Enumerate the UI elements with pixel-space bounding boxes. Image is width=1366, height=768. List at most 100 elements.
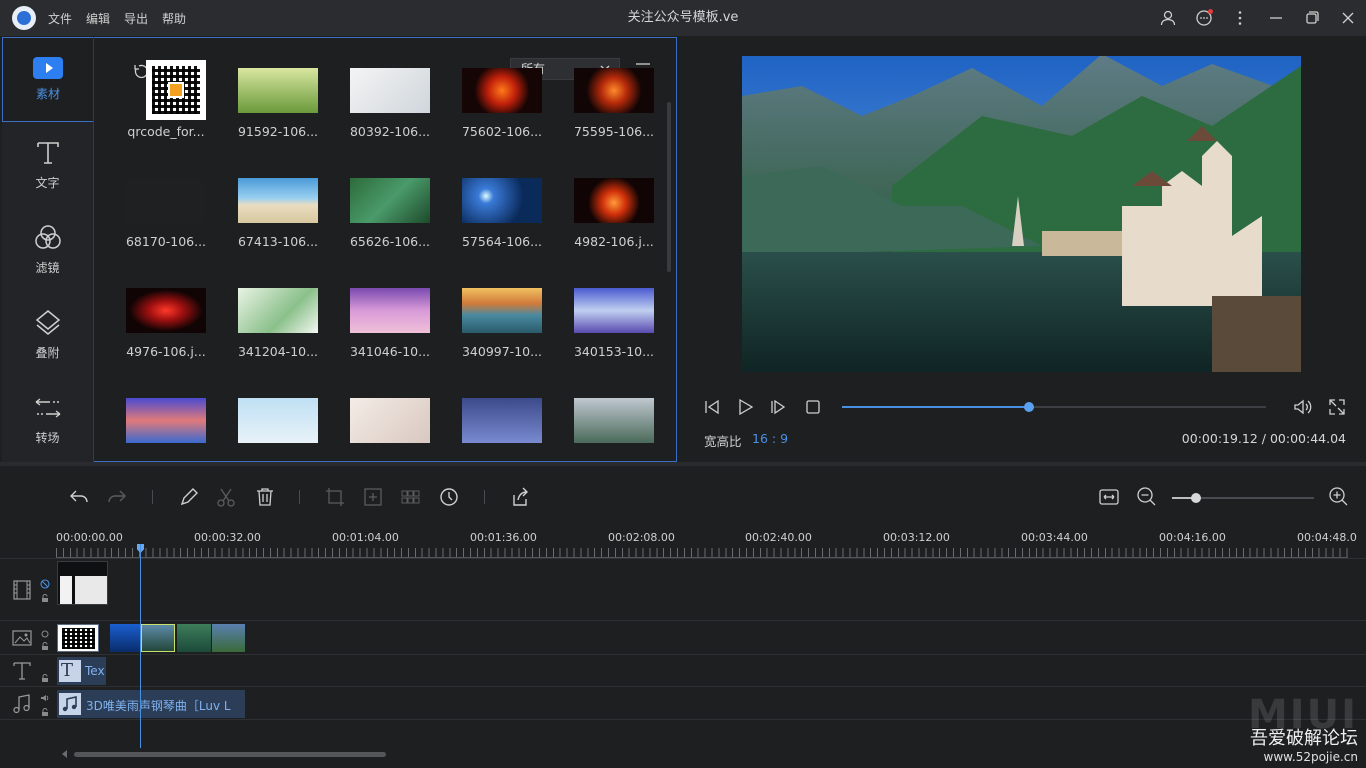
media-item-label: 91592-106... — [237, 124, 319, 139]
media-item[interactable]: 341204-10... — [228, 288, 328, 388]
media-scrollbar[interactable] — [667, 94, 671, 454]
zoom-clip-icon[interactable] — [362, 486, 384, 508]
step-forward-icon[interactable] — [768, 397, 788, 417]
media-item-label: 68170-106... — [125, 234, 207, 249]
minimize-button[interactable] — [1258, 0, 1294, 36]
media-thumbnail — [574, 178, 654, 223]
media-item[interactable]: 65626-106... — [340, 178, 440, 278]
lock-icon[interactable] — [40, 673, 50, 683]
zoom-out-icon[interactable] — [1136, 486, 1158, 508]
menu-export[interactable]: 导出 — [124, 10, 148, 27]
media-item[interactable] — [452, 398, 552, 461]
media-item[interactable]: 75602-106... — [452, 68, 552, 168]
media-scrollbar-thumb[interactable] — [667, 102, 671, 272]
playback-controls — [680, 395, 1366, 419]
media-item[interactable]: 340997-10... — [452, 288, 552, 388]
text-clip-glyph: T — [61, 660, 74, 681]
volume-icon[interactable] — [1292, 397, 1312, 417]
image-clip-selected[interactable] — [141, 624, 175, 652]
aspect-ratio-label: 宽高比 — [704, 434, 742, 449]
more-menu-button[interactable] — [1222, 0, 1258, 36]
undo-icon[interactable] — [68, 486, 90, 508]
image-clip-qrcode[interactable] — [57, 624, 99, 652]
scroll-left-arrow-icon[interactable] — [62, 750, 67, 758]
timeline-ruler[interactable]: 00:00:00.00 00:00:32.00 00:01:04.00 00:0… — [0, 526, 1366, 558]
fit-timeline-icon[interactable] — [1098, 486, 1120, 508]
feedback-button[interactable] — [1186, 0, 1222, 36]
media-item-label: 75595-106... — [573, 124, 655, 139]
hide-track-icon[interactable] — [40, 579, 50, 589]
media-item[interactable]: 4976-106.j... — [116, 288, 216, 388]
site-watermark: 吾爱破解论坛 www.52pojie.cn — [1250, 724, 1358, 764]
playback-progress-bar[interactable] — [842, 402, 1266, 412]
menu-edit[interactable]: 编辑 — [86, 10, 110, 27]
menu-file[interactable]: 文件 — [48, 10, 72, 27]
timeline-scroll-thumb[interactable] — [74, 752, 386, 757]
media-item[interactable] — [340, 398, 440, 461]
progress-handle[interactable] — [1023, 402, 1034, 412]
nav-item-media[interactable]: 素材 — [2, 37, 93, 122]
maximize-button[interactable] — [1294, 0, 1330, 36]
crop-icon[interactable] — [324, 486, 346, 508]
media-item[interactable] — [116, 398, 216, 461]
image-clip[interactable] — [212, 624, 245, 652]
lock-icon[interactable] — [40, 707, 50, 717]
close-button[interactable] — [1330, 0, 1366, 36]
media-item[interactable] — [564, 398, 664, 461]
cut-icon[interactable] — [215, 486, 237, 508]
menu-help[interactable]: 帮助 — [162, 10, 186, 27]
media-item[interactable]: 4982-106.j... — [564, 178, 664, 278]
aspect-ratio-value[interactable]: 16 : 9 — [752, 431, 788, 446]
video-clip[interactable] — [57, 561, 108, 605]
media-item[interactable]: 57564-106... — [452, 178, 552, 278]
app-logo-icon — [12, 6, 36, 30]
playhead-line[interactable] — [140, 544, 141, 748]
edit-icon[interactable] — [178, 486, 200, 508]
mosaic-icon[interactable] — [399, 486, 421, 508]
media-thumbnail — [238, 398, 318, 443]
export-share-icon[interactable] — [509, 486, 531, 508]
media-item[interactable]: 67413-106... — [228, 178, 328, 278]
fullscreen-icon[interactable] — [1327, 397, 1347, 417]
mute-track-icon[interactable] — [40, 693, 50, 703]
user-icon — [1160, 10, 1176, 26]
redo-icon[interactable] — [106, 486, 128, 508]
text-clip[interactable]: T Tex — [57, 657, 106, 685]
zoom-in-icon[interactable] — [1328, 486, 1350, 508]
nav-item-transition[interactable]: 转场 — [2, 377, 93, 462]
media-item-label: 340153-10... — [573, 344, 655, 359]
image-clip[interactable] — [177, 624, 211, 652]
step-back-icon[interactable] — [702, 397, 722, 417]
media-item[interactable]: 68170-106... — [116, 178, 216, 278]
media-item-label: 57564-106... — [461, 234, 543, 249]
audio-track: 3D唯美雨声钢琴曲［Luv L — [0, 686, 1366, 720]
media-item-label: 4976-106.j... — [126, 344, 206, 359]
toolbar-separator — [152, 490, 153, 504]
media-thumbnail — [350, 398, 430, 443]
nav-item-overlay[interactable]: 叠附 — [2, 292, 93, 377]
nav-item-filter[interactable]: 滤镜 — [2, 207, 93, 292]
media-item[interactable]: 91592-106... — [228, 68, 328, 168]
media-item[interactable]: 340153-10... — [564, 288, 664, 388]
audio-clip[interactable]: 3D唯美雨声钢琴曲［Luv L — [57, 690, 245, 718]
lock-icon[interactable] — [40, 593, 50, 603]
media-item[interactable]: qrcode_for... — [116, 60, 216, 168]
play-icon[interactable] — [735, 397, 755, 417]
media-item[interactable] — [228, 398, 328, 461]
overlay-icon — [35, 310, 60, 335]
image-clip[interactable] — [110, 624, 140, 652]
nav-item-text[interactable]: 文字 — [2, 122, 93, 207]
timeline-horizontal-scrollbar[interactable] — [62, 750, 1342, 758]
stop-icon[interactable] — [803, 397, 823, 417]
media-item[interactable]: 80392-106... — [340, 68, 440, 168]
delete-icon[interactable] — [254, 486, 276, 508]
timeline-zoom-slider[interactable] — [1172, 493, 1314, 503]
media-item[interactable]: 341046-10... — [340, 288, 440, 388]
minimize-icon — [1270, 17, 1282, 19]
lock-icon[interactable] — [40, 641, 50, 651]
duration-clock-icon[interactable] — [438, 486, 460, 508]
media-item[interactable]: 75595-106... — [564, 68, 664, 168]
hide-track-icon[interactable] — [40, 629, 50, 639]
account-button[interactable] — [1150, 0, 1186, 36]
zoom-handle[interactable] — [1191, 493, 1202, 503]
